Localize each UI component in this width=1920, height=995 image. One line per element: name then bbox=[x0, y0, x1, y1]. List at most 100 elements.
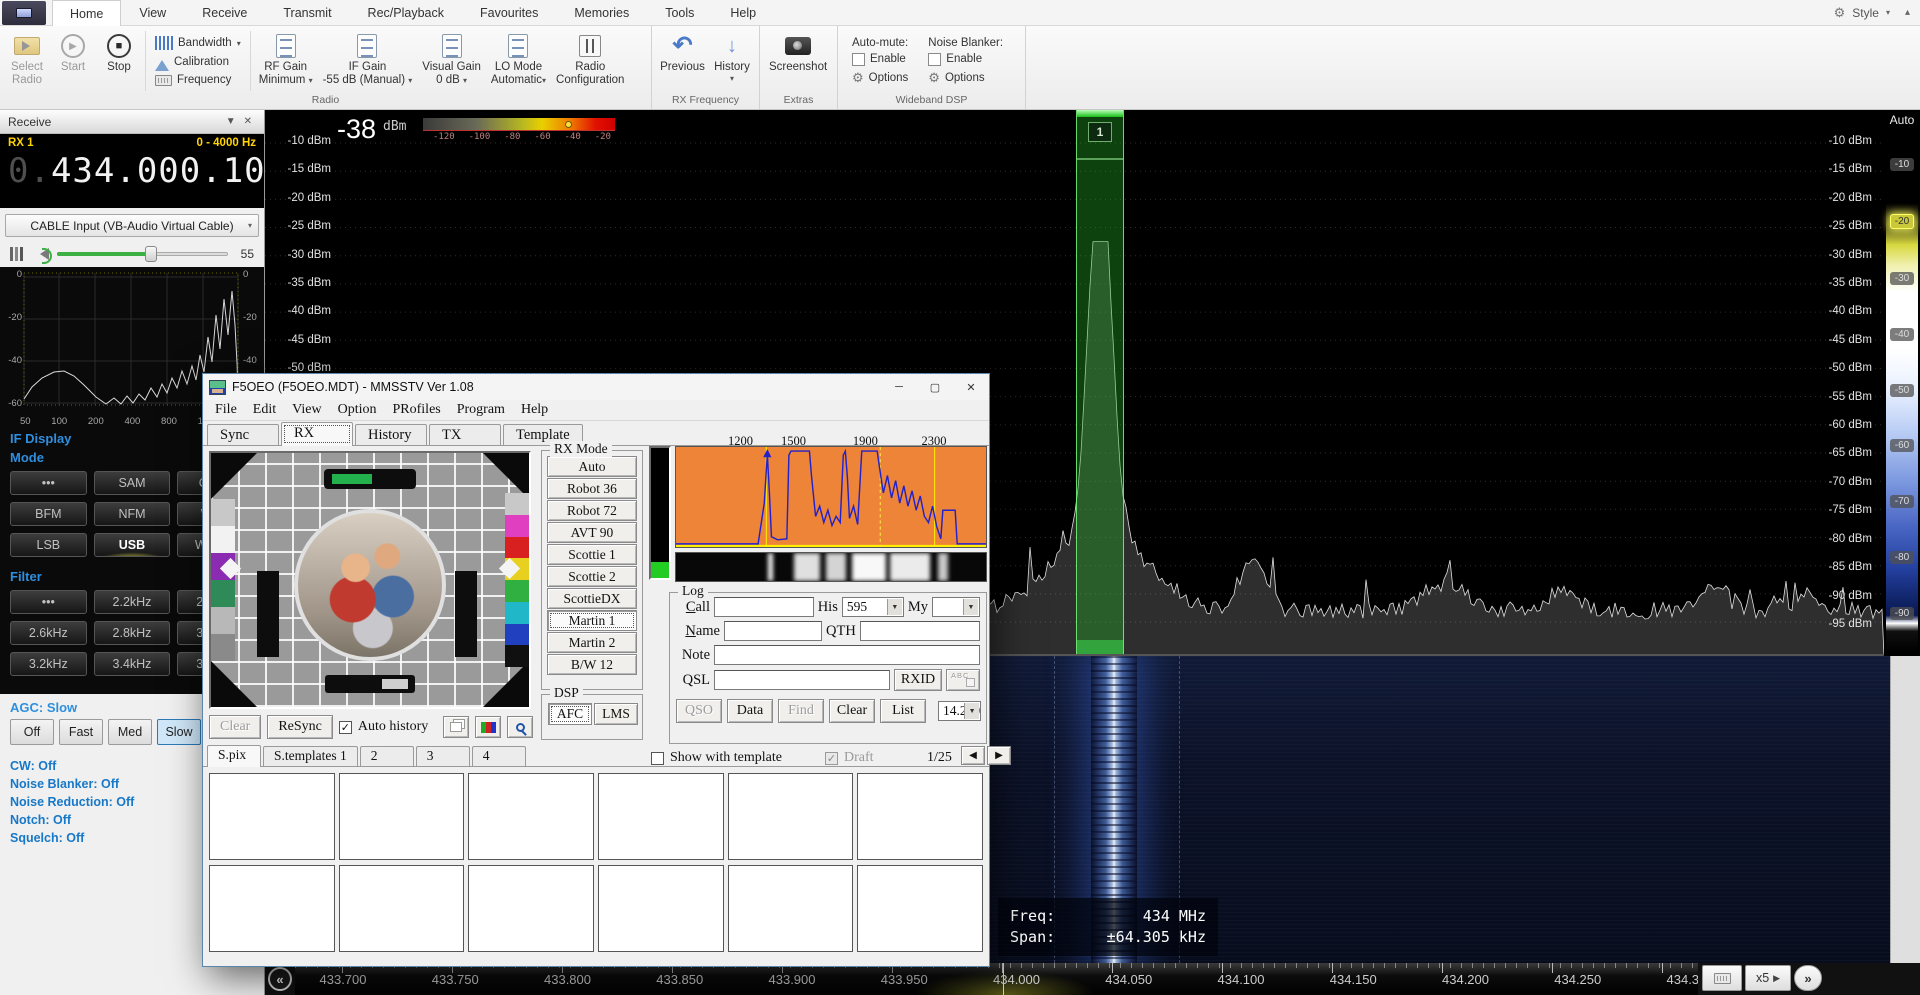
lms-button[interactable]: LMS bbox=[594, 703, 638, 725]
screenshot-button[interactable]: Screenshot bbox=[764, 29, 832, 93]
chevron-down-icon[interactable]: ▼ bbox=[887, 599, 902, 615]
chevron-down-icon[interactable]: ▼ bbox=[964, 703, 979, 719]
draft-checkbox[interactable]: ✓ bbox=[825, 752, 838, 765]
levels-icon[interactable] bbox=[10, 247, 26, 261]
log-action-button[interactable]: Clear bbox=[829, 699, 875, 723]
ribbon-tab[interactable]: Favourites bbox=[462, 0, 556, 25]
rx-band-marker[interactable]: 1 bbox=[1088, 122, 1112, 142]
rx-mode-button[interactable]: Martin 1 bbox=[547, 610, 637, 631]
scale-forward-button[interactable]: » bbox=[1794, 965, 1822, 991]
abc-toggle-button[interactable]: ABC bbox=[946, 669, 980, 691]
menu-item[interactable]: Program bbox=[449, 402, 513, 418]
ribbon-collapse-icon[interactable]: ▴ bbox=[1905, 7, 1910, 18]
call-input[interactable] bbox=[714, 597, 814, 617]
clear-image-button[interactable]: Clear bbox=[209, 715, 261, 739]
template-tab[interactable]: S.pix bbox=[207, 745, 261, 767]
template-thumbnail[interactable] bbox=[857, 865, 983, 952]
template-thumbnail[interactable] bbox=[598, 865, 724, 952]
speaker-icon[interactable] bbox=[34, 248, 49, 260]
agc-button[interactable]: Off bbox=[10, 719, 54, 745]
start-button[interactable]: ▶ Start bbox=[50, 29, 96, 93]
menu-item[interactable]: Edit bbox=[245, 402, 284, 418]
prev-page-button[interactable]: ◀ bbox=[961, 746, 985, 765]
menu-item[interactable]: Help bbox=[513, 402, 556, 418]
ribbon-tab[interactable]: Memories bbox=[556, 0, 647, 25]
style-menu[interactable]: Style bbox=[1852, 6, 1879, 20]
template-thumbnail[interactable] bbox=[339, 773, 465, 860]
ribbon-tab[interactable]: Help bbox=[712, 0, 774, 25]
mode-button[interactable]: USB bbox=[94, 533, 171, 557]
palette-level-label[interactable]: -20 bbox=[1890, 214, 1914, 229]
waterfall-palette-bar[interactable]: Auto -10-20-30-40-50-60-70-80-90 bbox=[1884, 110, 1920, 656]
color-adjust-button[interactable] bbox=[475, 716, 501, 738]
frequency-display[interactable]: RX 1 0 - 4000 Hz 0. 434.000.100 bbox=[0, 134, 264, 208]
palette-level-label[interactable]: -80 bbox=[1890, 551, 1914, 564]
template-thumbnail[interactable] bbox=[468, 865, 594, 952]
palette-level-label[interactable]: -50 bbox=[1890, 384, 1914, 397]
stop-button[interactable]: ■ Stop bbox=[96, 29, 142, 93]
agc-button[interactable]: Slow bbox=[157, 719, 201, 745]
audio-source-select[interactable]: CABLE Input (VB-Audio Virtual Cable) ▾ bbox=[5, 214, 259, 237]
note-input[interactable] bbox=[714, 645, 980, 665]
mmsstv-tab[interactable]: History bbox=[355, 424, 427, 445]
filter-button[interactable]: 3.2kHz bbox=[10, 652, 87, 676]
maximize-button[interactable]: ▢ bbox=[917, 375, 953, 400]
menu-item[interactable]: PRofiles bbox=[385, 402, 449, 418]
automute-options-button[interactable]: ⚙Options bbox=[852, 70, 908, 86]
minimize-button[interactable]: ─ bbox=[881, 375, 917, 400]
ribbon-tab[interactable]: Rec/Playback bbox=[350, 0, 462, 25]
filter-button[interactable]: ••• bbox=[10, 590, 87, 614]
template-thumbnail[interactable] bbox=[339, 865, 465, 952]
visual-gain-button[interactable]: Visual Gain 0 dB ▾ bbox=[417, 29, 486, 93]
chevron-down-icon[interactable]: ▼ bbox=[963, 599, 978, 615]
noise-blanker-enable-checkbox[interactable]: Enable bbox=[928, 53, 1003, 66]
template-thumbnail[interactable] bbox=[468, 773, 594, 860]
frequency-button[interactable]: Frequency bbox=[155, 74, 241, 86]
mode-button[interactable]: SAM bbox=[94, 471, 171, 495]
panel-collapse-icon[interactable]: ▼ bbox=[222, 116, 240, 127]
keyboard-entry-button[interactable] bbox=[1702, 965, 1742, 991]
template-thumbnail[interactable] bbox=[728, 773, 854, 860]
previous-button[interactable]: ↶ Previous bbox=[656, 29, 709, 93]
log-action-button[interactable]: List bbox=[880, 699, 926, 723]
filter-button[interactable]: 2.8kHz bbox=[94, 621, 171, 645]
template-tab[interactable]: S.templates 1 bbox=[263, 746, 358, 766]
rx-channel-band[interactable]: 1 bbox=[1076, 110, 1124, 654]
agc-button[interactable]: Med bbox=[108, 719, 152, 745]
automute-enable-checkbox[interactable]: Enable bbox=[852, 53, 908, 66]
palette-auto-label[interactable]: Auto bbox=[1884, 110, 1920, 130]
zoom-button[interactable]: x5▶ bbox=[1745, 965, 1791, 991]
scale-back-button[interactable]: « bbox=[268, 967, 292, 991]
auto-history-checkbox[interactable]: ✓ bbox=[339, 721, 352, 734]
panel-close-icon[interactable]: ✕ bbox=[240, 116, 256, 127]
filter-button[interactable]: 3.4kHz bbox=[94, 652, 171, 676]
template-thumbnail[interactable] bbox=[598, 773, 724, 860]
rx-mode-button[interactable]: Robot 72 bbox=[547, 500, 637, 521]
if-gain-button[interactable]: IF Gain -55 dB (Manual) ▾ bbox=[318, 29, 418, 93]
mmsstv-tab[interactable]: Sync bbox=[207, 424, 279, 445]
history-button[interactable]: ↓ History ▾ bbox=[709, 29, 755, 93]
mode-button[interactable]: LSB bbox=[10, 533, 87, 557]
palette-level-label[interactable]: -60 bbox=[1890, 439, 1914, 452]
filter-button[interactable]: 2.6kHz bbox=[10, 621, 87, 645]
log-action-button[interactable]: QSO bbox=[676, 699, 722, 723]
log-frequency-select[interactable]: 14.230▼ bbox=[938, 701, 981, 721]
mode-button[interactable]: NFM bbox=[94, 502, 171, 526]
mmsstv-tab[interactable]: TX bbox=[429, 424, 501, 445]
frequency-scale[interactable]: 433.700433.750433.800433.850433.900433.9… bbox=[295, 963, 1698, 995]
ribbon-tab[interactable]: Transmit bbox=[265, 0, 349, 25]
bandwidth-button[interactable]: Bandwidth▾ bbox=[155, 36, 241, 50]
name-input[interactable] bbox=[724, 621, 822, 641]
mode-button[interactable]: BFM bbox=[10, 502, 87, 526]
mmsstv-title-bar[interactable]: F5OEO (F5OEO.MDT) - MMSSTV Ver 1.08 ─ ▢ … bbox=[203, 374, 989, 400]
rx-mode-button[interactable]: Scottie 2 bbox=[547, 566, 637, 587]
template-thumbnail[interactable] bbox=[209, 773, 335, 860]
filter-button[interactable]: 2.2kHz bbox=[94, 590, 171, 614]
next-page-button[interactable]: ▶ bbox=[987, 746, 1011, 765]
copy-history-button[interactable] bbox=[443, 716, 469, 738]
menu-item[interactable]: File bbox=[207, 402, 245, 418]
palette-level-label[interactable]: -30 bbox=[1890, 272, 1914, 285]
palette-level-label[interactable]: -70 bbox=[1890, 495, 1914, 508]
frequency-scale-bar[interactable]: « 433.700433.750433.800433.850433.900433… bbox=[265, 963, 1920, 995]
radio-configuration-button[interactable]: Radio Configuration bbox=[551, 29, 629, 93]
